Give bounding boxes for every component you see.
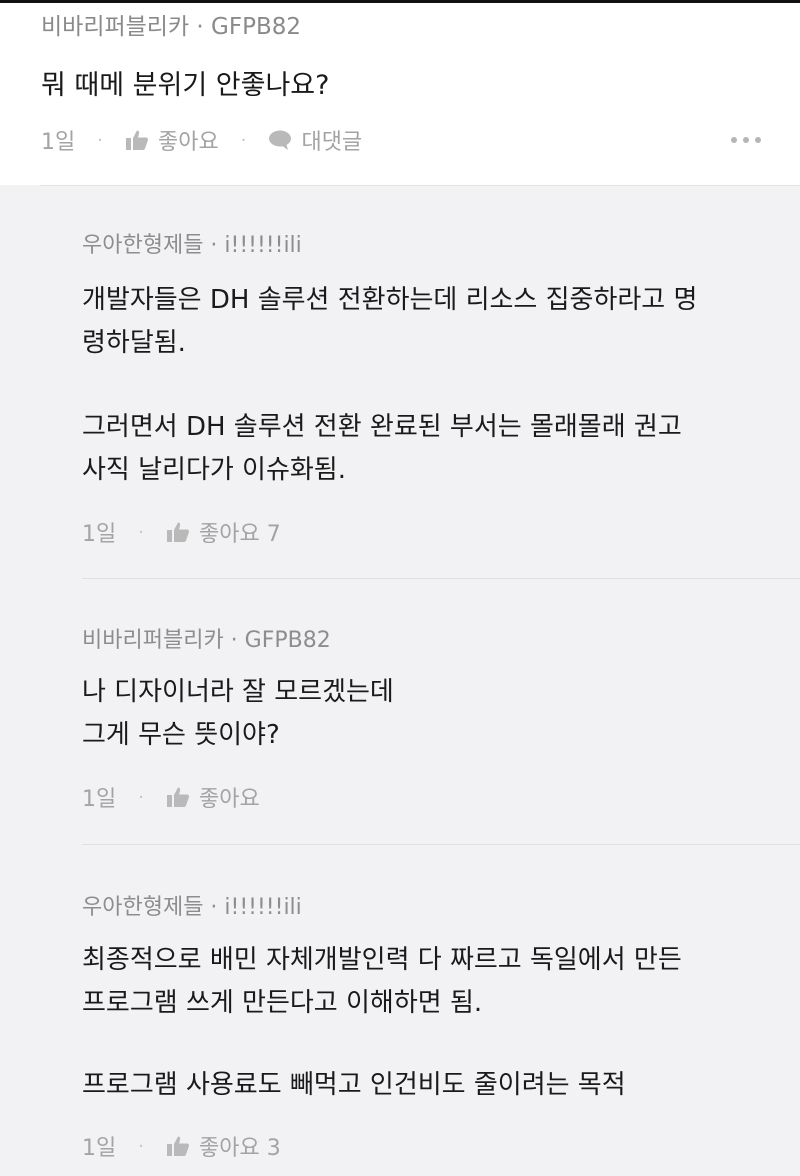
reply-like-label: 좋아요 [198, 787, 260, 812]
reply-like-label: 좋아요 3 [198, 1136, 281, 1161]
reply-like-label: 좋아요 7 [198, 522, 281, 547]
post-like-label: 좋아요 [157, 130, 219, 155]
meta-separator: · [138, 786, 144, 808]
reply-like-button[interactable]: 좋아요 3 [166, 1130, 281, 1162]
divider [82, 578, 800, 579]
reply-text-line: 개발자들은 DH 솔루션 전환하는데 리소스 집중하라고 명 [82, 285, 698, 315]
reply-text-line: 프로그램 쓰게 만든다고 이해하면 됨. [82, 988, 483, 1018]
thumbs-up-icon [166, 1135, 190, 1157]
reply-author[interactable]: 우아한형제들 · i!!!!!!ili [82, 889, 302, 921]
reply-text-line: 사직 날리다가 이슈화됨. [82, 455, 346, 485]
post-reply-button[interactable]: 대댓글 [268, 124, 362, 156]
reply-like-button[interactable]: 좋아요 7 [166, 516, 281, 548]
post-author[interactable]: 비바리퍼블리카 · GFPB82 [41, 7, 301, 41]
reply-item: 비바리퍼블리카 · GFPB82 나 디자이너라 잘 모르겠는데 그게 무슨 뜻… [0, 580, 800, 845]
reply-item: 우아한형제들 · i!!!!!!ili 개발자들은 DH 솔루션 전환하는데 리… [0, 185, 800, 580]
post-like-button[interactable]: 좋아요 [125, 124, 219, 156]
post-meta: 1일 · 좋아요 · 대댓글 [41, 125, 761, 155]
reply-text-line: 령하달됨. [82, 328, 186, 358]
reply-text-line: 나 디자이너라 잘 모르겠는데 [82, 677, 394, 707]
reply-text-line: 프로그램 사용료도 빼먹고 인건비도 줄이려는 목적 [82, 1070, 626, 1100]
reply-author[interactable]: 비바리퍼블리카 · GFPB82 [82, 622, 331, 654]
reply-meta: 1일 · 좋아요 3 [82, 1130, 281, 1162]
meta-separator: · [138, 521, 144, 543]
reply-meta: 1일 · 좋아요 [82, 781, 260, 813]
reply-text-line: 최종적으로 배민 자체개발인력 다 짜르고 독일에서 만든 [82, 945, 682, 975]
reply-time: 1일 [82, 522, 117, 547]
thumbs-up-icon [166, 521, 190, 543]
post-body: 뭐 때메 분위기 안좋나요? [41, 70, 330, 101]
more-options-button[interactable] [731, 125, 761, 155]
main-post: 비바리퍼블리카 · GFPB82 뭐 때메 분위기 안좋나요? 1일 · 좋아요… [0, 3, 800, 185]
reply-text-line: 그러면서 DH 솔루션 전환 완료된 부서는 몰래몰래 권고 [82, 412, 682, 442]
thumbs-up-icon [166, 786, 190, 808]
meta-separator: · [240, 129, 247, 151]
reply-text-line: 그게 무슨 뜻이야? [82, 720, 280, 750]
reply-item: 우아한형제들 · i!!!!!!ili 최종적으로 배민 자체개발인력 다 짜르… [0, 845, 800, 1176]
reply-meta: 1일 · 좋아요 7 [82, 516, 281, 548]
reply-time: 1일 [82, 787, 117, 812]
thumbs-up-icon [125, 129, 149, 151]
reply-author[interactable]: 우아한형제들 · i!!!!!!ili [82, 227, 302, 259]
reply-like-button[interactable]: 좋아요 [166, 781, 260, 813]
meta-separator: · [138, 1135, 144, 1157]
speech-bubble-icon [268, 129, 292, 151]
more-dots-icon [731, 137, 737, 143]
reply-time: 1일 [82, 1136, 117, 1161]
meta-separator: · [97, 129, 103, 151]
post-time: 1일 [41, 130, 76, 155]
post-reply-label: 대댓글 [301, 130, 363, 155]
